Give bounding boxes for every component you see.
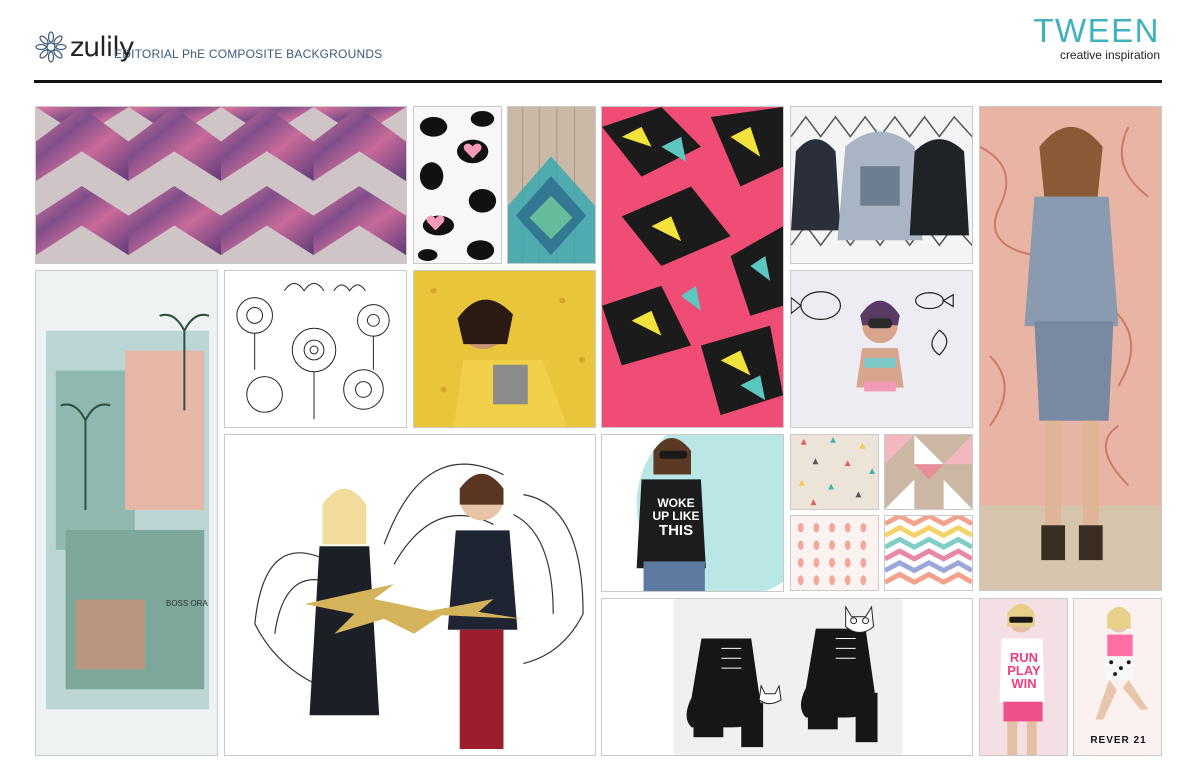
tile-run-play-win-photo: RUN PLAY WIN xyxy=(979,598,1068,756)
tile-confetti-triangles xyxy=(790,434,879,510)
tank-slogan: WOKE UP LIKE THIS xyxy=(646,497,706,539)
forever21-brand-text: REVER 21 xyxy=(1090,735,1147,746)
tank-slogan-line3: THIS xyxy=(658,522,694,539)
tile-watercolor-chevrons xyxy=(35,106,407,264)
page-subtitle: EDITORIAL PhE COMPOSITE BACKGROUNDS xyxy=(114,47,383,61)
tee-slogan: RUN PLAY WIN xyxy=(1002,651,1046,690)
tile-girl-snorkel-photo xyxy=(790,270,973,428)
tile-cat-boots xyxy=(601,598,973,756)
tile-zigzag-stripes xyxy=(884,515,973,591)
tile-girl-tank-photo: WOKE UP LIKE THIS xyxy=(601,434,784,592)
brand-subtitle: creative inspiration xyxy=(1059,48,1160,62)
tile-hoodies xyxy=(790,106,973,264)
tile-kids-angel-wings xyxy=(224,434,596,756)
tile-wood-triangles xyxy=(507,106,596,264)
flower-logo-icon xyxy=(35,31,67,63)
tile-leopard-hearts xyxy=(413,106,502,264)
tee-slogan-line3: WIN xyxy=(1011,676,1037,691)
tile-palm-collage: BOSS ORA xyxy=(35,270,218,756)
brand-title: TWEEN xyxy=(1033,12,1160,49)
tile-girl-yellow-photo xyxy=(413,270,596,428)
tile-tribal-print xyxy=(601,106,784,428)
brand-block: TWEEN creative inspiration xyxy=(1033,12,1160,63)
tile-forever21-ad: REVER 21 xyxy=(1073,598,1162,756)
page-header: zulily EDITORIAL PhE COMPOSITE BACKGROUN… xyxy=(0,0,1200,90)
header-rule xyxy=(34,80,1162,83)
collage-caption: BOSS ORA xyxy=(166,599,208,608)
tile-pink-dots xyxy=(790,515,879,591)
tile-girl-jacket-photo xyxy=(979,106,1162,591)
tile-floral-lineart xyxy=(224,270,407,428)
tile-geometric-blocks xyxy=(884,434,973,510)
